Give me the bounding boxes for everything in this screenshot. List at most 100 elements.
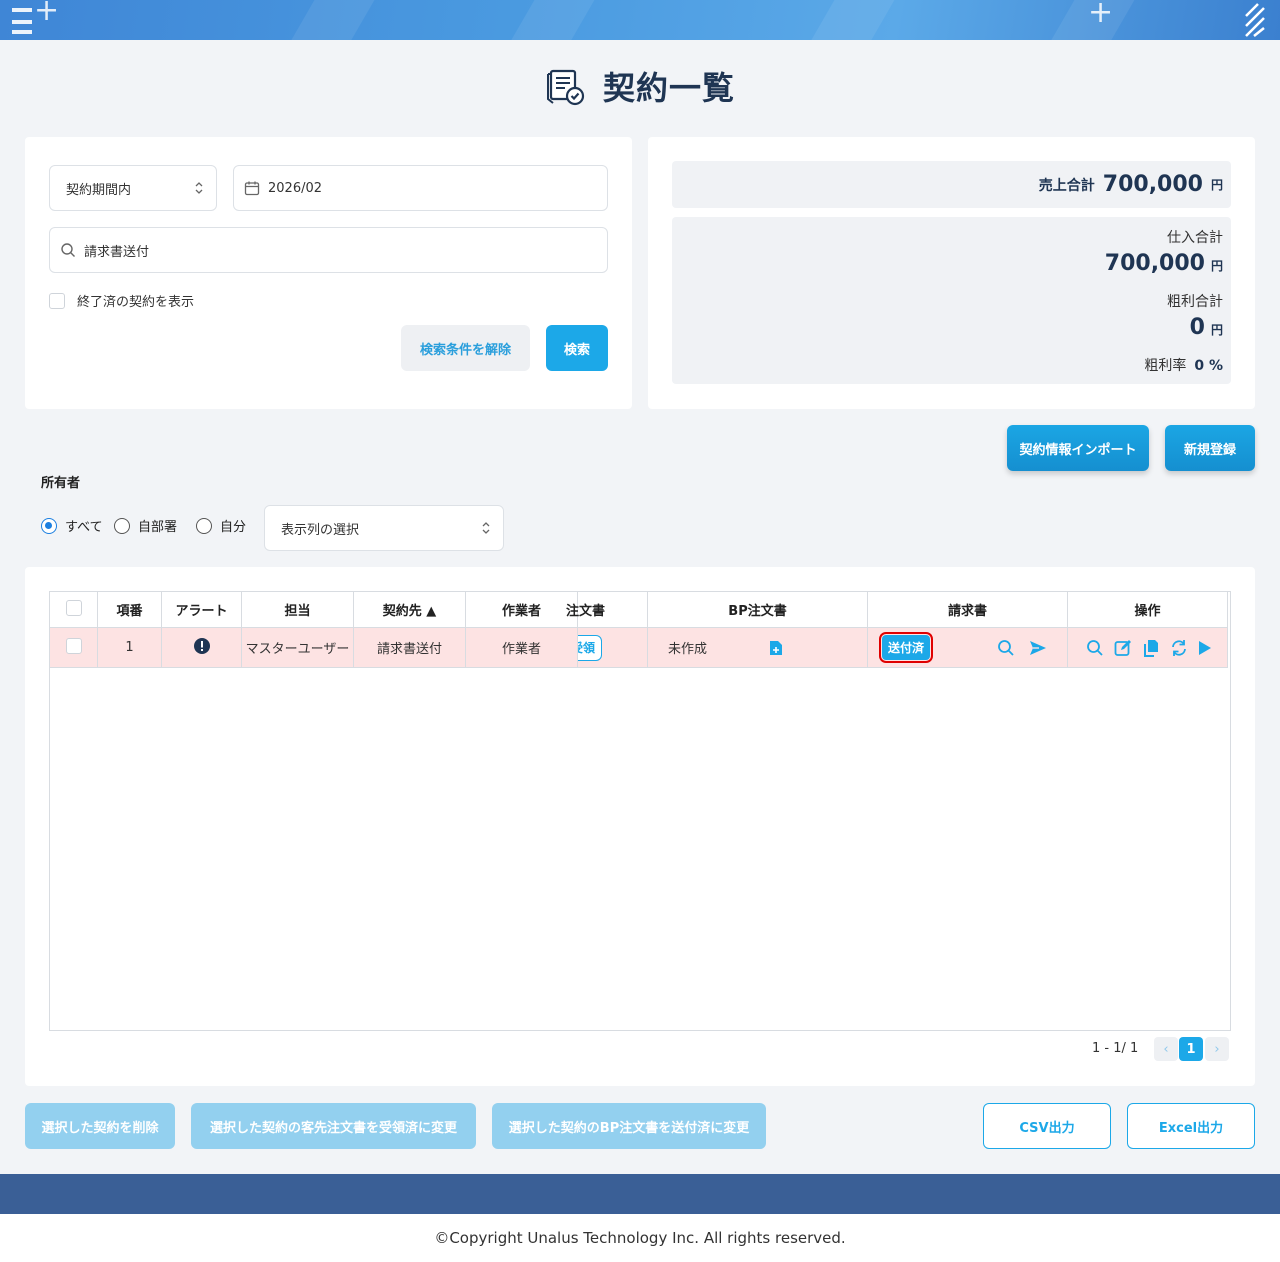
column-header-alert[interactable]: アラート: [161, 592, 242, 628]
row-checkbox[interactable]: [65, 637, 82, 654]
column-header-client[interactable]: 契約先 ▲: [353, 592, 466, 628]
invoice-sent-button[interactable]: 送付済: [878, 632, 934, 663]
month-input-value: 2026/02: [268, 180, 323, 196]
keyword-input-value: 請求書送付: [84, 244, 150, 260]
search-button[interactable]: 検索: [546, 325, 608, 371]
pager-prev-button[interactable]: ‹: [1154, 1037, 1178, 1061]
delete-selected-button[interactable]: 選択した契約を削除: [25, 1103, 175, 1149]
banner-stripe: [274, 0, 386, 40]
sales-total-unit: 円: [1210, 178, 1223, 192]
summary-panel: 売上合計 700,000 円 仕入合計 700,000 円 粗利合計 0 円 粗…: [648, 137, 1255, 409]
select-all-cell[interactable]: [50, 592, 98, 628]
footer-copyright: ©Copyright Unalus Technology Inc. All ri…: [0, 1214, 1280, 1262]
banner-stripe: [794, 0, 906, 40]
month-input[interactable]: 2026/02: [233, 165, 608, 211]
play-icon[interactable]: [1198, 640, 1212, 656]
pager-next-button[interactable]: ›: [1205, 1037, 1229, 1061]
page-header: 契約一覧: [0, 60, 1280, 112]
refresh-icon[interactable]: [1170, 639, 1188, 657]
show-finished-label: 終了済の契約を表示: [77, 295, 195, 310]
order-received-button[interactable]: 受領: [578, 634, 603, 661]
column-header-bp-order[interactable]: BP注文書: [647, 592, 868, 628]
alert-icon[interactable]: [193, 637, 210, 654]
owner-option-department[interactable]: 自部署: [114, 516, 177, 535]
purchase-total-label: 仕入合計: [1167, 230, 1223, 246]
owner-option-self[interactable]: 自分: [196, 516, 246, 535]
select-all-checkbox[interactable]: [65, 599, 82, 616]
contract-table: 項番 アラート 担当 契約先 ▲ 作業者 注文書 BP注文書 請求書 操作 1: [50, 592, 1228, 668]
sales-total-box: 売上合計 700,000 円: [672, 161, 1231, 208]
new-contract-button[interactable]: 新規登録: [1165, 425, 1255, 471]
owner-radio-department[interactable]: [114, 517, 130, 534]
top-banner: + +: [0, 0, 1280, 40]
excel-export-button[interactable]: Excel出力: [1127, 1103, 1255, 1149]
column-header-operations[interactable]: 操作: [1067, 592, 1228, 628]
copy-icon[interactable]: [1142, 639, 1160, 657]
banner-stripes-icon: [1245, 3, 1265, 37]
row-invoice-cell: 送付済: [867, 627, 1068, 668]
row-select-cell[interactable]: [50, 627, 98, 668]
row-alert-cell: [161, 627, 242, 668]
profit-rate-label: 粗利率: [1144, 358, 1187, 374]
row-no: 1: [97, 627, 162, 668]
row-operations-cell: [1067, 627, 1228, 668]
owner-option-label: すべて: [65, 520, 103, 535]
contract-document-icon: [546, 69, 585, 106]
table-header-row: 項番 アラート 担当 契約先 ▲ 作業者 注文書 BP注文書 請求書 操作: [50, 592, 1228, 628]
banner-stripe: [494, 0, 606, 40]
purchase-total-unit: 円: [1210, 259, 1223, 273]
row-order-cell: 受領: [577, 627, 648, 668]
owner-option-label: 自分: [220, 520, 247, 535]
row-bp-order-cell: 未作成: [647, 627, 868, 668]
table-scroll-area[interactable]: 項番 アラート 担当 契約先 ▲ 作業者 注文書 BP注文書 請求書 操作 1: [49, 591, 1231, 1031]
profit-total-unit: 円: [1210, 323, 1223, 337]
contract-table-panel: 項番 アラート 担当 契約先 ▲ 作業者 注文書 BP注文書 請求書 操作 1: [25, 567, 1255, 1086]
search-panel: 契約期間内 2026/02 請求書送付 終了済の契約を表示 検索条件を解除 検索: [25, 137, 632, 409]
column-header-no[interactable]: 項番: [97, 592, 162, 628]
row-client: 請求書送付: [353, 627, 466, 668]
columns-select-value: 表示列の選択: [281, 522, 360, 538]
edit-icon[interactable]: [1114, 639, 1132, 657]
show-finished-checkbox[interactable]: [49, 292, 65, 309]
show-finished-toggle[interactable]: 終了済の契約を表示: [49, 291, 194, 310]
column-header-order[interactable]: 注文書: [566, 592, 648, 628]
footer-band: [0, 1174, 1280, 1214]
owner-option-all[interactable]: すべて: [41, 516, 103, 535]
view-icon[interactable]: [1086, 639, 1104, 657]
profit-total-label: 粗利合計: [1167, 294, 1223, 310]
owner-radio-all[interactable]: [41, 517, 57, 534]
csv-export-button[interactable]: CSV出力: [983, 1103, 1111, 1149]
menu-icon[interactable]: [10, 6, 34, 36]
row-owner: マスターユーザー: [241, 627, 354, 668]
import-contracts-button[interactable]: 契約情報インポート: [1007, 425, 1149, 471]
mark-order-received-button[interactable]: 選択した契約の客先注文書を受領済に変更: [191, 1103, 476, 1149]
banner-cross-icon: +: [1088, 0, 1114, 30]
columns-select[interactable]: 表示列の選択: [264, 505, 504, 551]
column-header-owner[interactable]: 担当: [241, 592, 354, 628]
create-document-icon[interactable]: [769, 640, 783, 656]
owner-radio-self[interactable]: [196, 517, 212, 534]
sales-total-value: 700,000: [1102, 172, 1203, 197]
pager-page-button[interactable]: 1: [1179, 1037, 1203, 1061]
keyword-input[interactable]: 請求書送付: [49, 227, 608, 273]
page-title: 契約一覧: [602, 69, 735, 107]
row-worker: 作業者: [465, 627, 578, 668]
purchase-total-value: 700,000: [1104, 251, 1205, 276]
search-icon: [61, 243, 75, 257]
pager-range: 1 - 1/ 1: [1092, 1041, 1139, 1056]
profit-total-value: 0: [1189, 315, 1205, 340]
table-row[interactable]: 1 マスターユーザー 請求書送付 作業者 受領 未作成: [50, 627, 1228, 668]
sales-total-label: 売上合計: [1038, 177, 1095, 194]
purchase-summary-box: 仕入合計 700,000 円 粗利合計 0 円 粗利率 0 %: [672, 217, 1231, 384]
search-icon[interactable]: [997, 639, 1015, 657]
bp-order-status: 未作成: [668, 642, 708, 657]
updown-icon: [482, 522, 490, 534]
clear-search-button[interactable]: 検索条件を解除: [401, 325, 530, 371]
column-header-worker[interactable]: 作業者: [465, 592, 578, 628]
period-select[interactable]: 契約期間内: [49, 165, 217, 211]
column-header-invoice[interactable]: 請求書: [867, 592, 1068, 628]
calendar-icon: [244, 181, 260, 196]
period-select-value: 契約期間内: [66, 182, 132, 198]
mark-bp-sent-button[interactable]: 選択した契約のBP注文書を送付済に変更: [492, 1103, 766, 1149]
send-icon[interactable]: [1029, 640, 1047, 656]
